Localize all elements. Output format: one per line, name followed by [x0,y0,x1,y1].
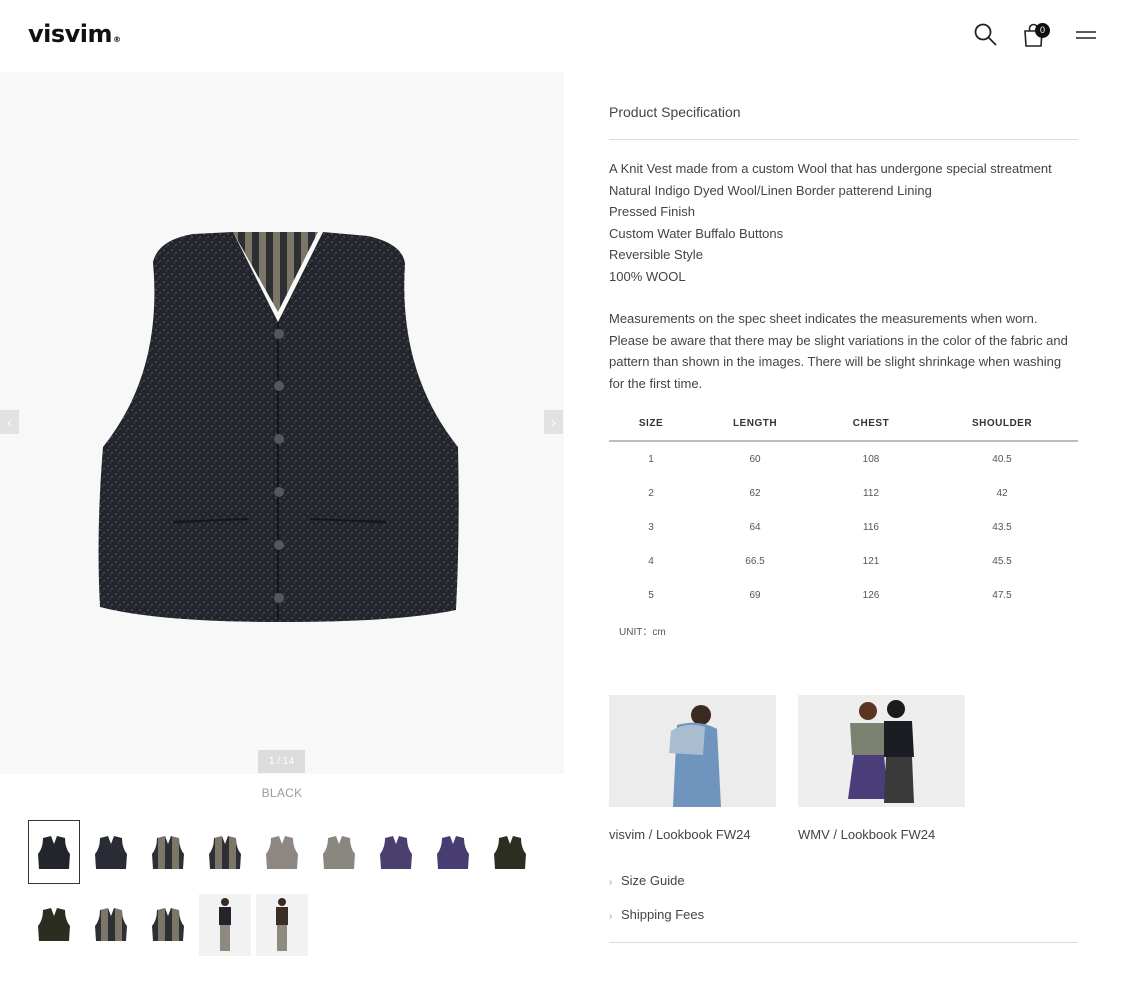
spec-line: Pressed Finish [609,204,695,220]
lookbook-label[interactable]: WMV / Lookbook FW24 [798,827,935,842]
cart-count-badge: 0 [1035,23,1050,38]
spec-line: Reversible Style [609,247,703,263]
gallery-next-button[interactable]: › [544,410,563,434]
size-table-cell: 3 [648,522,654,533]
lookbook-image[interactable] [798,695,965,807]
size-table-cell: 62 [749,488,761,499]
size-table-header-rule [609,440,1078,442]
size-table-cell: 126 [862,590,880,601]
size-table-cell: 112 [863,488,879,499]
product-image-vest [98,232,459,622]
size-guide-link[interactable]: › Size Guide [609,873,685,888]
spec-line: A Knit Vest made from a custom Wool that… [609,161,1052,176]
spec-title: Product Specification [609,104,741,120]
size-table-header: SHOULDER [971,418,1033,429]
thumbnail[interactable] [142,892,194,956]
thumbnail[interactable] [199,820,251,884]
thumbnail[interactable] [313,820,365,884]
thumbnail[interactable] [28,820,80,884]
size-table-cell: 47.5 [992,590,1012,601]
size-table-cell: 42 [996,488,1008,499]
size-guide-label: Size Guide [621,873,685,888]
spec-description: A Knit Vest made from a custom Wool that… [609,158,1078,288]
spec-line: Natural Indigo Dyed Wool/Linen Border pa… [609,182,932,198]
lookbook-image[interactable] [609,695,776,807]
spec-line: Custom Water Buffalo Buttons [609,225,784,241]
spec-line: 100% WOOL [609,268,686,284]
thumbnail[interactable] [427,820,479,884]
size-table-cell: 1 [648,454,654,465]
logo-text: visvim [28,20,113,48]
size-table-cell: 4 [648,556,654,567]
gallery-prev-button[interactable]: ‹ [0,410,19,434]
size-table-cell: 45.5 [992,556,1012,567]
measurement-note: Measurements on the spec sheet indicates… [609,311,1068,391]
shipping-fees-link[interactable]: › Shipping Fees [609,907,704,922]
size-table-cell: 121 [862,556,880,567]
selected-color-label: BLACK [261,786,303,800]
size-table-cell: 5 [648,590,654,601]
thumbnail-model[interactable] [256,894,308,956]
thumbnail-model[interactable] [199,894,251,956]
size-table-header: CHEST [852,418,890,429]
size-table-cell: 43.5 [992,522,1012,533]
size-table-header: SIZE [638,418,664,429]
thumbnail[interactable] [484,820,536,884]
thumbnail[interactable] [85,892,137,956]
divider [609,139,1078,140]
product-image-gallery[interactable]: ‹ › 1 / 14 [0,72,564,774]
lookbook-card[interactable]: visvim / Lookbook FW24 [609,695,776,842]
size-table-cell: 116 [863,522,879,533]
thumbnail[interactable] [85,820,137,884]
chevron-right-icon: › [609,911,613,922]
size-table-unit: UNIT：cm [619,627,666,638]
thumbnail[interactable] [142,820,194,884]
divider [609,942,1078,943]
menu-icon[interactable] [1073,26,1099,46]
size-table-cell: 40.5 [992,454,1012,465]
size-table-cell: 69 [749,590,761,601]
thumbnail[interactable] [370,820,422,884]
size-table-cell: 60 [749,454,761,465]
size-table-cell: 64 [749,522,761,533]
thumbnail[interactable] [256,820,308,884]
shipping-fees-label: Shipping Fees [621,907,705,922]
size-table-cell: 2 [648,488,654,499]
logo[interactable]: visvim® [28,20,121,48]
lookbook-card[interactable]: WMV / Lookbook FW24 [798,695,965,842]
logo-registered-mark: ® [113,35,121,44]
chevron-right-icon: › [609,877,613,888]
thumbnail[interactable] [28,892,80,956]
size-table-cell: 66.5 [745,556,765,567]
lookbook-label[interactable]: visvim / Lookbook FW24 [609,827,751,842]
gallery-counter: 1 / 14 [258,750,305,773]
size-table-header: LENGTH [732,418,778,429]
size-table-cell: 108 [862,454,880,465]
search-icon[interactable] [973,22,999,48]
site-header: visvim® 0 [0,0,1125,72]
